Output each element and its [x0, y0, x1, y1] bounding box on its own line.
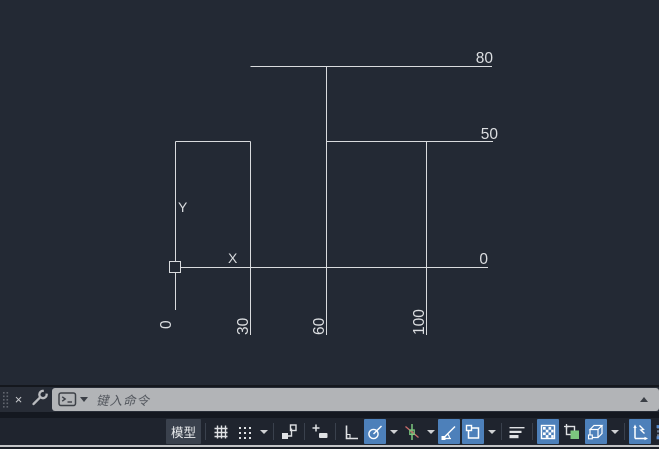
selection-filtering-icon: [656, 424, 659, 439]
object-snap-tracking-button[interactable]: [438, 419, 461, 444]
object-snap-3d-icon: [587, 424, 604, 439]
snap-mode-button[interactable]: [234, 419, 256, 444]
separator: [624, 423, 626, 440]
separator: [273, 423, 275, 440]
separator: [335, 423, 337, 440]
autocad-window: 80 50 0 0 30 60 100 Y X × 键入命令 模型: [0, 0, 659, 449]
osnap-flyout-button[interactable]: [485, 419, 498, 444]
model-space-button[interactable]: 模型: [166, 419, 202, 444]
chevron-down-icon: [259, 429, 268, 434]
snap-dots-icon: [239, 426, 252, 439]
object-snap-tracking-icon: [441, 425, 456, 440]
separator: [532, 423, 534, 440]
separator: [501, 423, 503, 440]
close-icon[interactable]: ×: [10, 392, 27, 407]
chevron-down-icon: [389, 429, 398, 434]
separator: [304, 423, 306, 440]
snap-flyout-button[interactable]: [257, 419, 270, 444]
command-prompt-icon[interactable]: [58, 392, 77, 407]
ortho-icon: [345, 425, 359, 439]
command-placeholder: 键入命令: [96, 394, 151, 408]
grid-display-button[interactable]: [210, 419, 232, 444]
command-bar: × 键入命令: [0, 385, 659, 412]
dim-label-60[interactable]: 60: [311, 317, 328, 335]
lineweight-icon: [509, 426, 525, 438]
chevron-down-icon: [426, 429, 435, 434]
isometric-drafting-button[interactable]: [401, 419, 423, 444]
object-snap-button[interactable]: [462, 419, 485, 444]
selection-cycling-button[interactable]: [561, 419, 583, 444]
infer-constraints-icon: [282, 423, 297, 439]
dim-label-0-right[interactable]: 0: [479, 251, 488, 268]
ucs-origin-icon: [169, 261, 181, 273]
dynamic-input-button[interactable]: [309, 419, 331, 444]
separator: [205, 423, 207, 440]
drawing-canvas[interactable]: 80 50 0 0 30 60 100 Y X: [0, 0, 659, 385]
infer-constraints-button[interactable]: [278, 419, 300, 444]
dim-label-30[interactable]: 30: [235, 317, 252, 335]
ucs-y-label: Y: [178, 199, 188, 215]
polar-flyout-button[interactable]: [387, 419, 400, 444]
dim-label-0-bottom[interactable]: 0: [158, 320, 175, 329]
status-bar: 模型: [0, 418, 659, 445]
transparency-button[interactable]: [537, 419, 560, 444]
lineweight-button[interactable]: [506, 419, 528, 444]
isodraft-flyout-button[interactable]: [424, 419, 437, 444]
dim-label-50[interactable]: 50: [481, 126, 499, 143]
selection-filtering-button[interactable]: [653, 419, 659, 444]
wrench-icon[interactable]: [30, 387, 50, 412]
dynamic-ucs-icon: [633, 424, 649, 440]
ucs-x-label: X: [228, 250, 238, 266]
chevron-down-icon: [487, 429, 496, 434]
polar-tracking-icon: [368, 425, 383, 439]
dim-label-100[interactable]: 100: [411, 309, 428, 335]
object-snap-icon: [465, 424, 480, 439]
isometric-drafting-icon: [405, 423, 419, 440]
grid-icon: [214, 425, 228, 438]
dynamic-ucs-button[interactable]: [629, 419, 652, 444]
chevron-down-icon: [610, 429, 619, 434]
dynamic-input-icon: [312, 424, 328, 438]
selection-cycling-icon: [564, 423, 580, 439]
ortho-mode-button[interactable]: [340, 419, 362, 444]
dim-label-80[interactable]: 80: [476, 50, 494, 67]
object-snap-3d-button[interactable]: [585, 419, 608, 444]
chevron-down-icon[interactable]: [80, 397, 88, 402]
expand-up-icon[interactable]: [640, 397, 648, 402]
command-input[interactable]: 键入命令: [52, 388, 659, 411]
transparency-icon: [540, 424, 556, 439]
grip-dots-icon[interactable]: [1, 390, 10, 410]
polar-tracking-button[interactable]: [364, 419, 387, 444]
osnap3d-flyout-button[interactable]: [608, 419, 621, 444]
